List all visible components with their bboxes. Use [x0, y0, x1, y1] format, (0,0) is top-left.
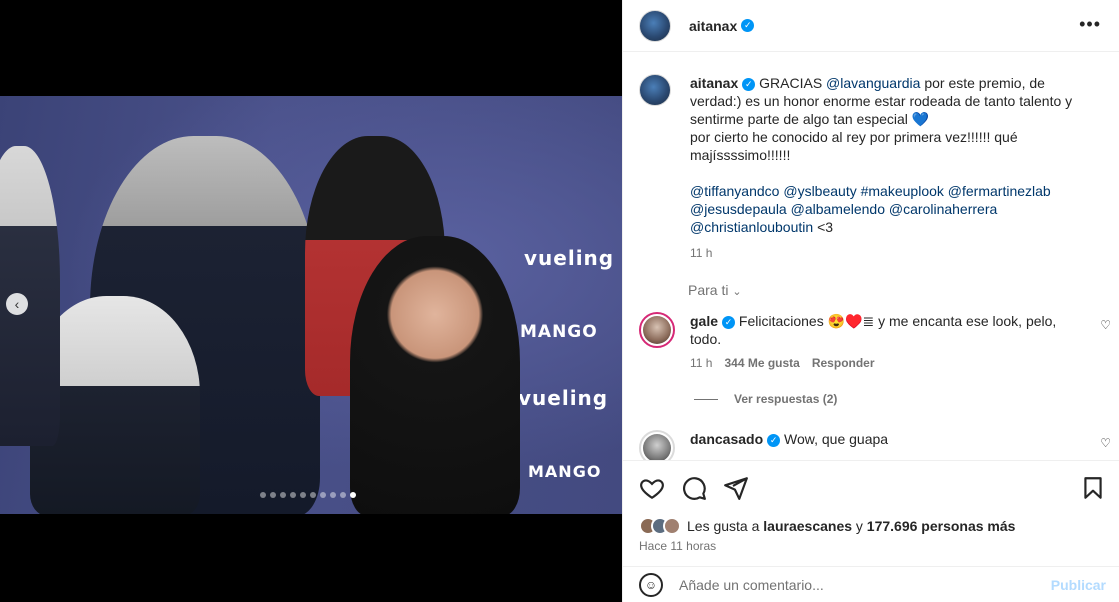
comment-composer: ☺ Publicar [623, 566, 1119, 602]
carousel-dot [300, 492, 306, 498]
liked-by-avatars [639, 517, 681, 535]
post-timestamp[interactable]: Hace 11 horas [639, 539, 716, 553]
share-send-icon[interactable] [723, 475, 749, 501]
hashtag-link[interactable]: #makeuplook [861, 183, 944, 199]
comment-sort-dropdown[interactable]: Para ti ⌄ [688, 282, 742, 298]
comment-body: Wow, que guapa [784, 431, 889, 447]
like-heart-icon[interactable] [639, 475, 665, 501]
commenter-username[interactable]: dancasado [690, 431, 763, 447]
view-replies-button[interactable]: Ver respuestas (2) [694, 392, 837, 406]
caption-timestamp[interactable]: 11 h [690, 244, 1099, 262]
chevron-down-icon: ⌄ [732, 286, 742, 298]
liked-by-user[interactable]: lauraescanes [763, 518, 852, 534]
carousel-dot [310, 492, 316, 498]
liked-by-count[interactable]: 177.696 personas más [867, 518, 1016, 534]
comment-heart-icon[interactable]: ♡ [1100, 318, 1111, 332]
action-icons [639, 475, 749, 501]
mention-link[interactable]: @lavanguardia [826, 75, 920, 91]
tag-link[interactable]: @yslbeauty [783, 183, 856, 199]
sort-label: Para ti [688, 282, 729, 298]
backdrop-logo-vueling-2: vueling [518, 386, 609, 410]
backdrop-logo-vueling: vueling [524, 246, 615, 270]
carousel-prev-button[interactable]: ‹ [6, 293, 28, 315]
reply-button[interactable]: Responder [812, 356, 875, 370]
commenter-avatar[interactable] [639, 430, 675, 460]
liker-avatar[interactable] [663, 517, 681, 535]
comment-text: gale ✓ Felicitaciones 😍♥️≣ y me encanta e… [690, 312, 1080, 348]
commenter-avatar[interactable] [639, 312, 675, 348]
liked-by-prefix: Les gusta a [687, 518, 760, 534]
blue-heart-emoji: 💙 [911, 111, 930, 127]
caption-text: aitanax ✓ GRACIAS @lavanguardia por este … [690, 74, 1099, 262]
view-replies-label: Ver respuestas (2) [734, 392, 838, 406]
carousel-dot-active [350, 492, 356, 498]
comment-likes[interactable]: 344 Me gusta [724, 356, 799, 370]
author-avatar[interactable] [639, 9, 671, 42]
more-options-icon[interactable]: ••• [1079, 14, 1101, 35]
comment-time[interactable]: 11 h [690, 356, 712, 370]
chevron-left-icon: ‹ [14, 296, 20, 312]
author-username[interactable]: aitanax [689, 18, 737, 34]
tag-link[interactable]: @carolinaherrera [889, 201, 997, 217]
liked-by-join: y [855, 518, 863, 534]
media-panel: vueling MANGO vueling MANGO ‹ [0, 0, 622, 602]
post-header: aitanax ✓ ••• [623, 0, 1119, 52]
emoji-icon[interactable]: ☺ [639, 572, 663, 597]
caption-part: GRACIAS [759, 75, 823, 91]
tag-link[interactable]: @albamelendo [791, 201, 885, 217]
tag-link[interactable]: @tiffanyandco [690, 183, 779, 199]
carousel-dot [290, 492, 296, 498]
caption-part: por cierto he conocido al rey por primer… [690, 129, 1018, 163]
tag-link[interactable]: @christianlouboutin [690, 219, 813, 235]
carousel-dot [280, 492, 286, 498]
commenter-username[interactable]: gale [690, 313, 718, 329]
carousel-dots [260, 492, 356, 498]
comment-input[interactable] [679, 576, 1039, 593]
carousel-dot [320, 492, 326, 498]
comment-meta: 11 h 344 Me gusta Responder [690, 356, 1109, 370]
post-photo[interactable]: vueling MANGO vueling MANGO ‹ [0, 96, 622, 514]
verified-badge-icon: ✓ [767, 434, 781, 447]
post-details-panel: aitanax ✓ ••• aitanax ✓ GRACIAS @lavangua… [622, 0, 1119, 602]
caption-part: <3 [817, 219, 834, 235]
replies-divider [694, 398, 718, 400]
tag-link[interactable]: @jesusdepaula [690, 201, 787, 217]
carousel-dot [260, 492, 266, 498]
comment-heart-icon[interactable]: ♡ [1100, 436, 1111, 450]
backdrop-logo-mango-2: MANGO [528, 462, 602, 481]
carousel-dot [340, 492, 346, 498]
verified-badge-icon: ✓ [741, 19, 755, 32]
liked-by: Les gusta a lauraescanes y 177.696 perso… [639, 517, 1015, 535]
comment-item: gale ✓ Felicitaciones 😍♥️≣ y me encanta e… [639, 312, 1111, 370]
carousel-dot [270, 492, 276, 498]
backdrop-logo-mango: MANGO [520, 322, 598, 342]
tag-link[interactable]: @fermartinezlab [948, 183, 1051, 199]
bookmark-icon[interactable] [1080, 475, 1106, 501]
caption-author-avatar[interactable] [639, 74, 671, 106]
comment-body: Felicitaciones 😍♥️≣ y me encanta ese loo… [690, 313, 1057, 347]
comment-text: dancasado ✓ Wow, que guapa [690, 430, 1080, 448]
verified-badge-icon: ✓ [722, 316, 736, 329]
verified-badge-icon: ✓ [742, 78, 756, 91]
post-actions: Les gusta a lauraescanes y 177.696 perso… [623, 460, 1119, 566]
comment-item: dancasado ✓ Wow, que guapa ♡ [639, 430, 1111, 460]
carousel-dot [330, 492, 336, 498]
caption-author-username[interactable]: aitanax [690, 75, 738, 91]
woman-smiling [350, 236, 520, 514]
comments-scroll-area[interactable]: aitanax ✓ GRACIAS @lavanguardia por este … [623, 52, 1119, 460]
comment-bubble-icon[interactable] [681, 475, 707, 501]
publish-button[interactable]: Publicar [1051, 577, 1106, 593]
post-caption: aitanax ✓ GRACIAS @lavanguardia por este … [639, 74, 1099, 262]
